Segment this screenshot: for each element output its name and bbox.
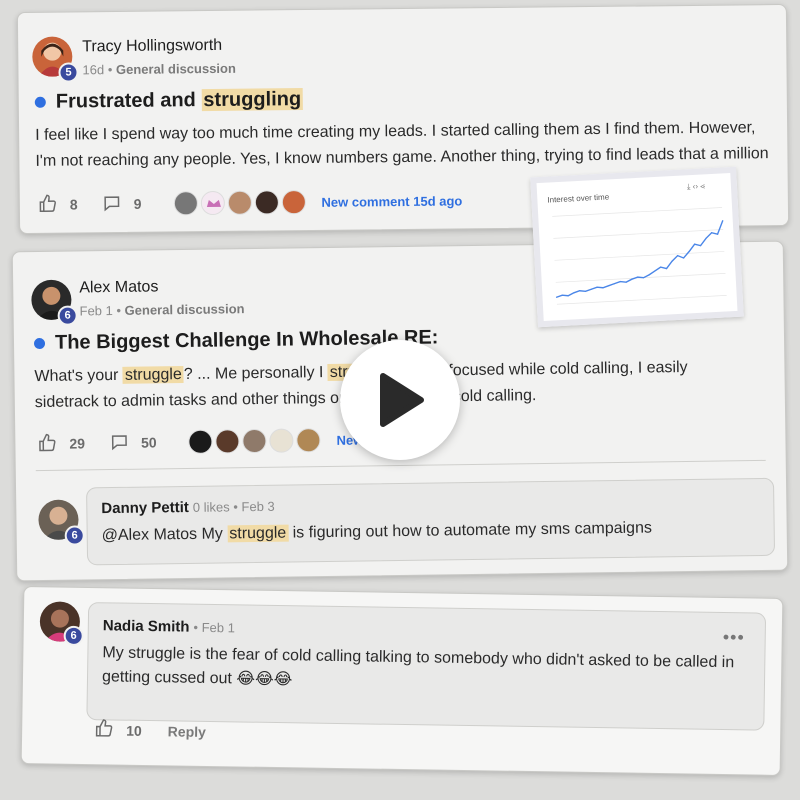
author-name[interactable]: Alex Matos — [79, 278, 158, 297]
comment-icon[interactable] — [102, 192, 122, 215]
chart-canvas: Interest over time ⤓ ‹› ⋖ — [547, 181, 727, 305]
unread-dot-icon — [34, 96, 46, 108]
level-badge: 5 — [58, 62, 79, 83]
reply-button[interactable]: Reply — [168, 723, 206, 740]
trend-chart: Interest over time ⤓ ‹› ⋖ — [530, 166, 744, 328]
comment-actions: 10 Reply — [94, 718, 206, 743]
like-icon[interactable] — [94, 718, 114, 741]
commenter-avatars — [188, 428, 321, 454]
chart-toolbar-icons: ⤓ ‹› ⋖ — [687, 181, 706, 191]
comment-count: 9 — [133, 195, 142, 212]
post-meta: Feb 1 • General discussion — [79, 301, 245, 319]
post-meta: 16d • General discussion — [82, 60, 236, 78]
comment-author[interactable]: Danny Pettit — [101, 499, 189, 517]
avatar[interactable] — [242, 428, 267, 454]
comment-text: @Alex Matos My struggle is figuring out … — [101, 519, 653, 545]
avatar[interactable] — [254, 190, 279, 215]
post-title-row[interactable]: Frustrated and struggling — [34, 88, 304, 114]
comment-bubble[interactable]: Danny Pettit 0 likes • Feb 3 @Alex Matos … — [86, 477, 776, 566]
chart-gridline — [554, 251, 725, 261]
avatar[interactable] — [227, 190, 252, 215]
comment-bubble[interactable]: Nadia Smith • Feb 1 ••• My struggle is th… — [86, 602, 767, 731]
avatar[interactable] — [296, 428, 321, 453]
comment-icon[interactable] — [109, 431, 129, 454]
post-actions: 8 9 New comment 15d ago — [38, 188, 463, 216]
avatar[interactable] — [269, 428, 294, 453]
like-icon[interactable] — [37, 432, 57, 455]
chart-gridline — [552, 207, 723, 217]
like-count: 29 — [69, 435, 86, 452]
level-badge: 6 — [64, 525, 85, 546]
comment-count: 50 — [140, 434, 157, 451]
comment-text: My struggle is the fear of cold calling … — [101, 644, 735, 689]
play-button[interactable] — [340, 340, 460, 460]
author-name[interactable]: Tracy Hollingsworth — [82, 37, 222, 56]
post-age: 16d — [82, 62, 105, 78]
post-category[interactable]: General discussion — [124, 301, 244, 318]
divider — [35, 459, 766, 472]
comment-author[interactable]: Nadia Smith — [103, 617, 190, 635]
comment-card[interactable]: 6 Nadia Smith • Feb 1 ••• My struggle is … — [20, 586, 784, 776]
avatar[interactable] — [188, 429, 213, 454]
post-title[interactable]: Frustrated and struggling — [56, 88, 304, 114]
unread-dot-icon — [33, 337, 46, 350]
level-badge: 6 — [57, 305, 78, 326]
chart-gridline — [556, 295, 727, 305]
avatar[interactable] — [215, 429, 240, 454]
avatar[interactable] — [281, 190, 306, 215]
post-age: Feb 1 — [79, 303, 113, 319]
commenter-avatars — [173, 190, 306, 216]
like-count: 10 — [126, 722, 142, 739]
post-category[interactable]: General discussion — [116, 61, 236, 77]
chart-title: Interest over time — [547, 192, 610, 204]
level-badge: 6 — [63, 625, 84, 646]
avatar[interactable] — [200, 190, 225, 216]
avatar[interactable] — [173, 191, 198, 216]
post-body[interactable]: I feel like I spend way too much time cr… — [35, 115, 769, 175]
comment-meta: 0 likes • Feb 3 — [192, 498, 275, 515]
new-comment-link[interactable]: New comment 15d ago — [321, 193, 462, 209]
play-icon — [380, 373, 424, 427]
comment-meta: • Feb 1 — [193, 619, 236, 636]
like-count: 8 — [69, 196, 78, 213]
chart-gridline — [553, 229, 724, 239]
like-icon[interactable] — [38, 193, 58, 216]
chart-grid — [552, 207, 727, 305]
more-icon[interactable]: ••• — [723, 627, 745, 648]
